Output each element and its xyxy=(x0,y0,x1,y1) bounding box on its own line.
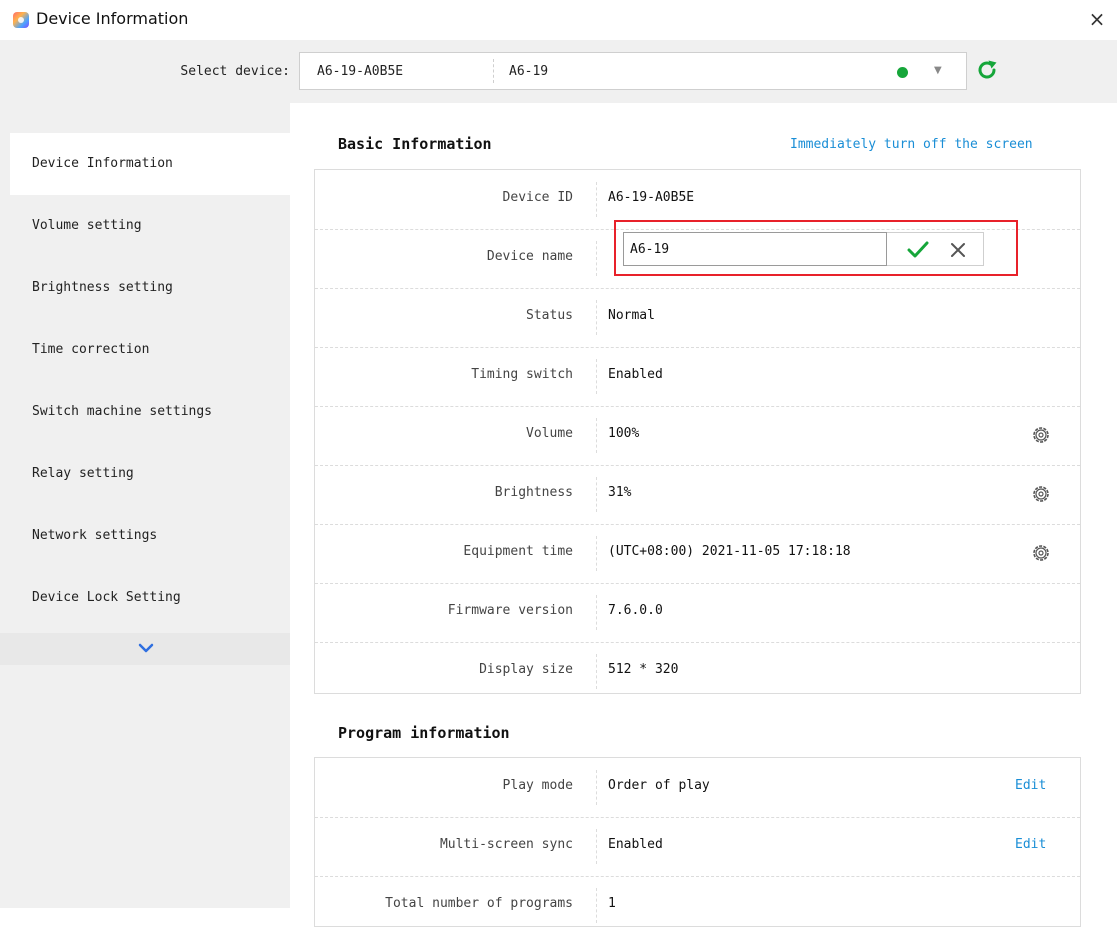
program-information-panel: Play mode Order of play Edit Multi-scree… xyxy=(314,757,1081,927)
checkmark-icon[interactable] xyxy=(907,240,929,260)
edit-multi-screen-sync-link[interactable]: Edit xyxy=(1015,837,1046,852)
dropdown-divider xyxy=(493,59,494,83)
play-mode-value: Order of play xyxy=(608,778,710,793)
basic-information-title: Basic Information xyxy=(338,135,492,153)
info-row-device-name: Device name xyxy=(315,220,1080,289)
equipment-time-value: (UTC+08:00) 2021-11-05 17:18:18 xyxy=(608,544,851,559)
basic-information-panel: Device ID A6-19-A0B5E Device name Status… xyxy=(314,169,1081,694)
selected-device-id: A6-19-A0B5E xyxy=(317,64,404,79)
device-select-bar: Select device: A6-19-A0B5E A6-19 ▼ xyxy=(0,40,1117,103)
row-label: Multi-screen sync xyxy=(439,837,573,852)
program-row-multi-screen-sync: Multi-screen sync Enabled Edit xyxy=(315,817,1080,877)
gear-icon[interactable] xyxy=(1031,543,1051,563)
sidebar-item-brightness-setting[interactable]: Brightness setting xyxy=(0,257,290,319)
refresh-icon[interactable] xyxy=(975,58,999,82)
info-row-timing-switch: Timing switch Enabled xyxy=(315,347,1080,407)
info-row-display-size: Display size 512 * 320 xyxy=(315,642,1080,701)
info-row-firmware-version: Firmware version 7.6.0.0 xyxy=(315,583,1080,643)
row-label: Status xyxy=(526,308,573,323)
row-label: Play mode xyxy=(502,778,573,793)
row-label: Total number of programs xyxy=(385,896,573,911)
program-information-title: Program information xyxy=(338,724,510,742)
row-label: Firmware version xyxy=(447,603,573,618)
volume-value: 100% xyxy=(608,426,640,441)
row-label: Timing switch xyxy=(471,367,573,382)
device-name-edit-highlight xyxy=(614,220,1018,276)
edit-play-mode-link[interactable]: Edit xyxy=(1015,778,1046,793)
multi-screen-sync-value: Enabled xyxy=(608,837,663,852)
total-programs-value: 1 xyxy=(608,896,616,911)
row-label: Device ID xyxy=(502,190,573,205)
timing-switch-value: Enabled xyxy=(608,367,663,382)
sidebar-item-volume-setting[interactable]: Volume setting xyxy=(0,195,290,257)
sidebar-item-device-information[interactable]: Device Information xyxy=(10,133,290,195)
display-size-value: 512 * 320 xyxy=(608,662,679,677)
gear-icon[interactable] xyxy=(1031,484,1051,504)
row-label: Device name xyxy=(486,249,573,264)
row-label: Volume xyxy=(526,426,573,441)
row-label: Display size xyxy=(479,662,573,677)
select-device-label: Select device: xyxy=(180,64,290,79)
close-button[interactable]: × xyxy=(1085,6,1109,32)
info-row-status: Status Normal xyxy=(315,288,1080,348)
chevron-down-icon xyxy=(138,643,154,653)
firmware-version-value: 7.6.0.0 xyxy=(608,603,663,618)
info-row-equipment-time: Equipment time (UTC+08:00) 2021-11-05 17… xyxy=(315,524,1080,584)
chevron-down-icon[interactable]: ▼ xyxy=(934,65,942,76)
sidebar-item-device-lock-setting[interactable]: Device Lock Setting xyxy=(0,567,290,629)
online-status-dot xyxy=(897,67,908,78)
sidebar-item-network-settings[interactable]: Network settings xyxy=(0,505,290,567)
sidebar-scroll-more[interactable] xyxy=(0,633,290,665)
brightness-value: 31% xyxy=(608,485,632,500)
row-label: Brightness xyxy=(494,485,573,500)
sidebar: Device Information Volume setting Bright… xyxy=(0,103,290,908)
row-label: Equipment time xyxy=(463,544,573,559)
device-dropdown[interactable]: A6-19-A0B5E A6-19 ▼ xyxy=(299,52,967,90)
info-row-volume: Volume 100% xyxy=(315,406,1080,466)
sidebar-item-switch-machine-settings[interactable]: Switch machine settings xyxy=(0,381,290,443)
close-icon[interactable] xyxy=(949,241,967,259)
info-row-brightness: Brightness 31% xyxy=(315,465,1080,525)
turn-off-screen-link[interactable]: Immediately turn off the screen xyxy=(790,137,1033,152)
program-row-play-mode: Play mode Order of play Edit xyxy=(315,758,1080,818)
status-value: Normal xyxy=(608,308,655,323)
selected-device-name: A6-19 xyxy=(509,64,549,79)
edit-actions xyxy=(887,232,984,266)
app-logo-icon xyxy=(13,12,29,28)
sidebar-item-time-correction[interactable]: Time correction xyxy=(0,319,290,381)
program-row-total-programs: Total number of programs 1 xyxy=(315,876,1080,935)
device-name-input[interactable] xyxy=(623,232,887,266)
device-id-value: A6-19-A0B5E xyxy=(608,190,695,205)
sidebar-item-relay-setting[interactable]: Relay setting xyxy=(0,443,290,505)
gear-icon[interactable] xyxy=(1031,425,1051,445)
title-bar: Device Information × xyxy=(0,0,1117,40)
window-title: Device Information xyxy=(36,9,189,28)
